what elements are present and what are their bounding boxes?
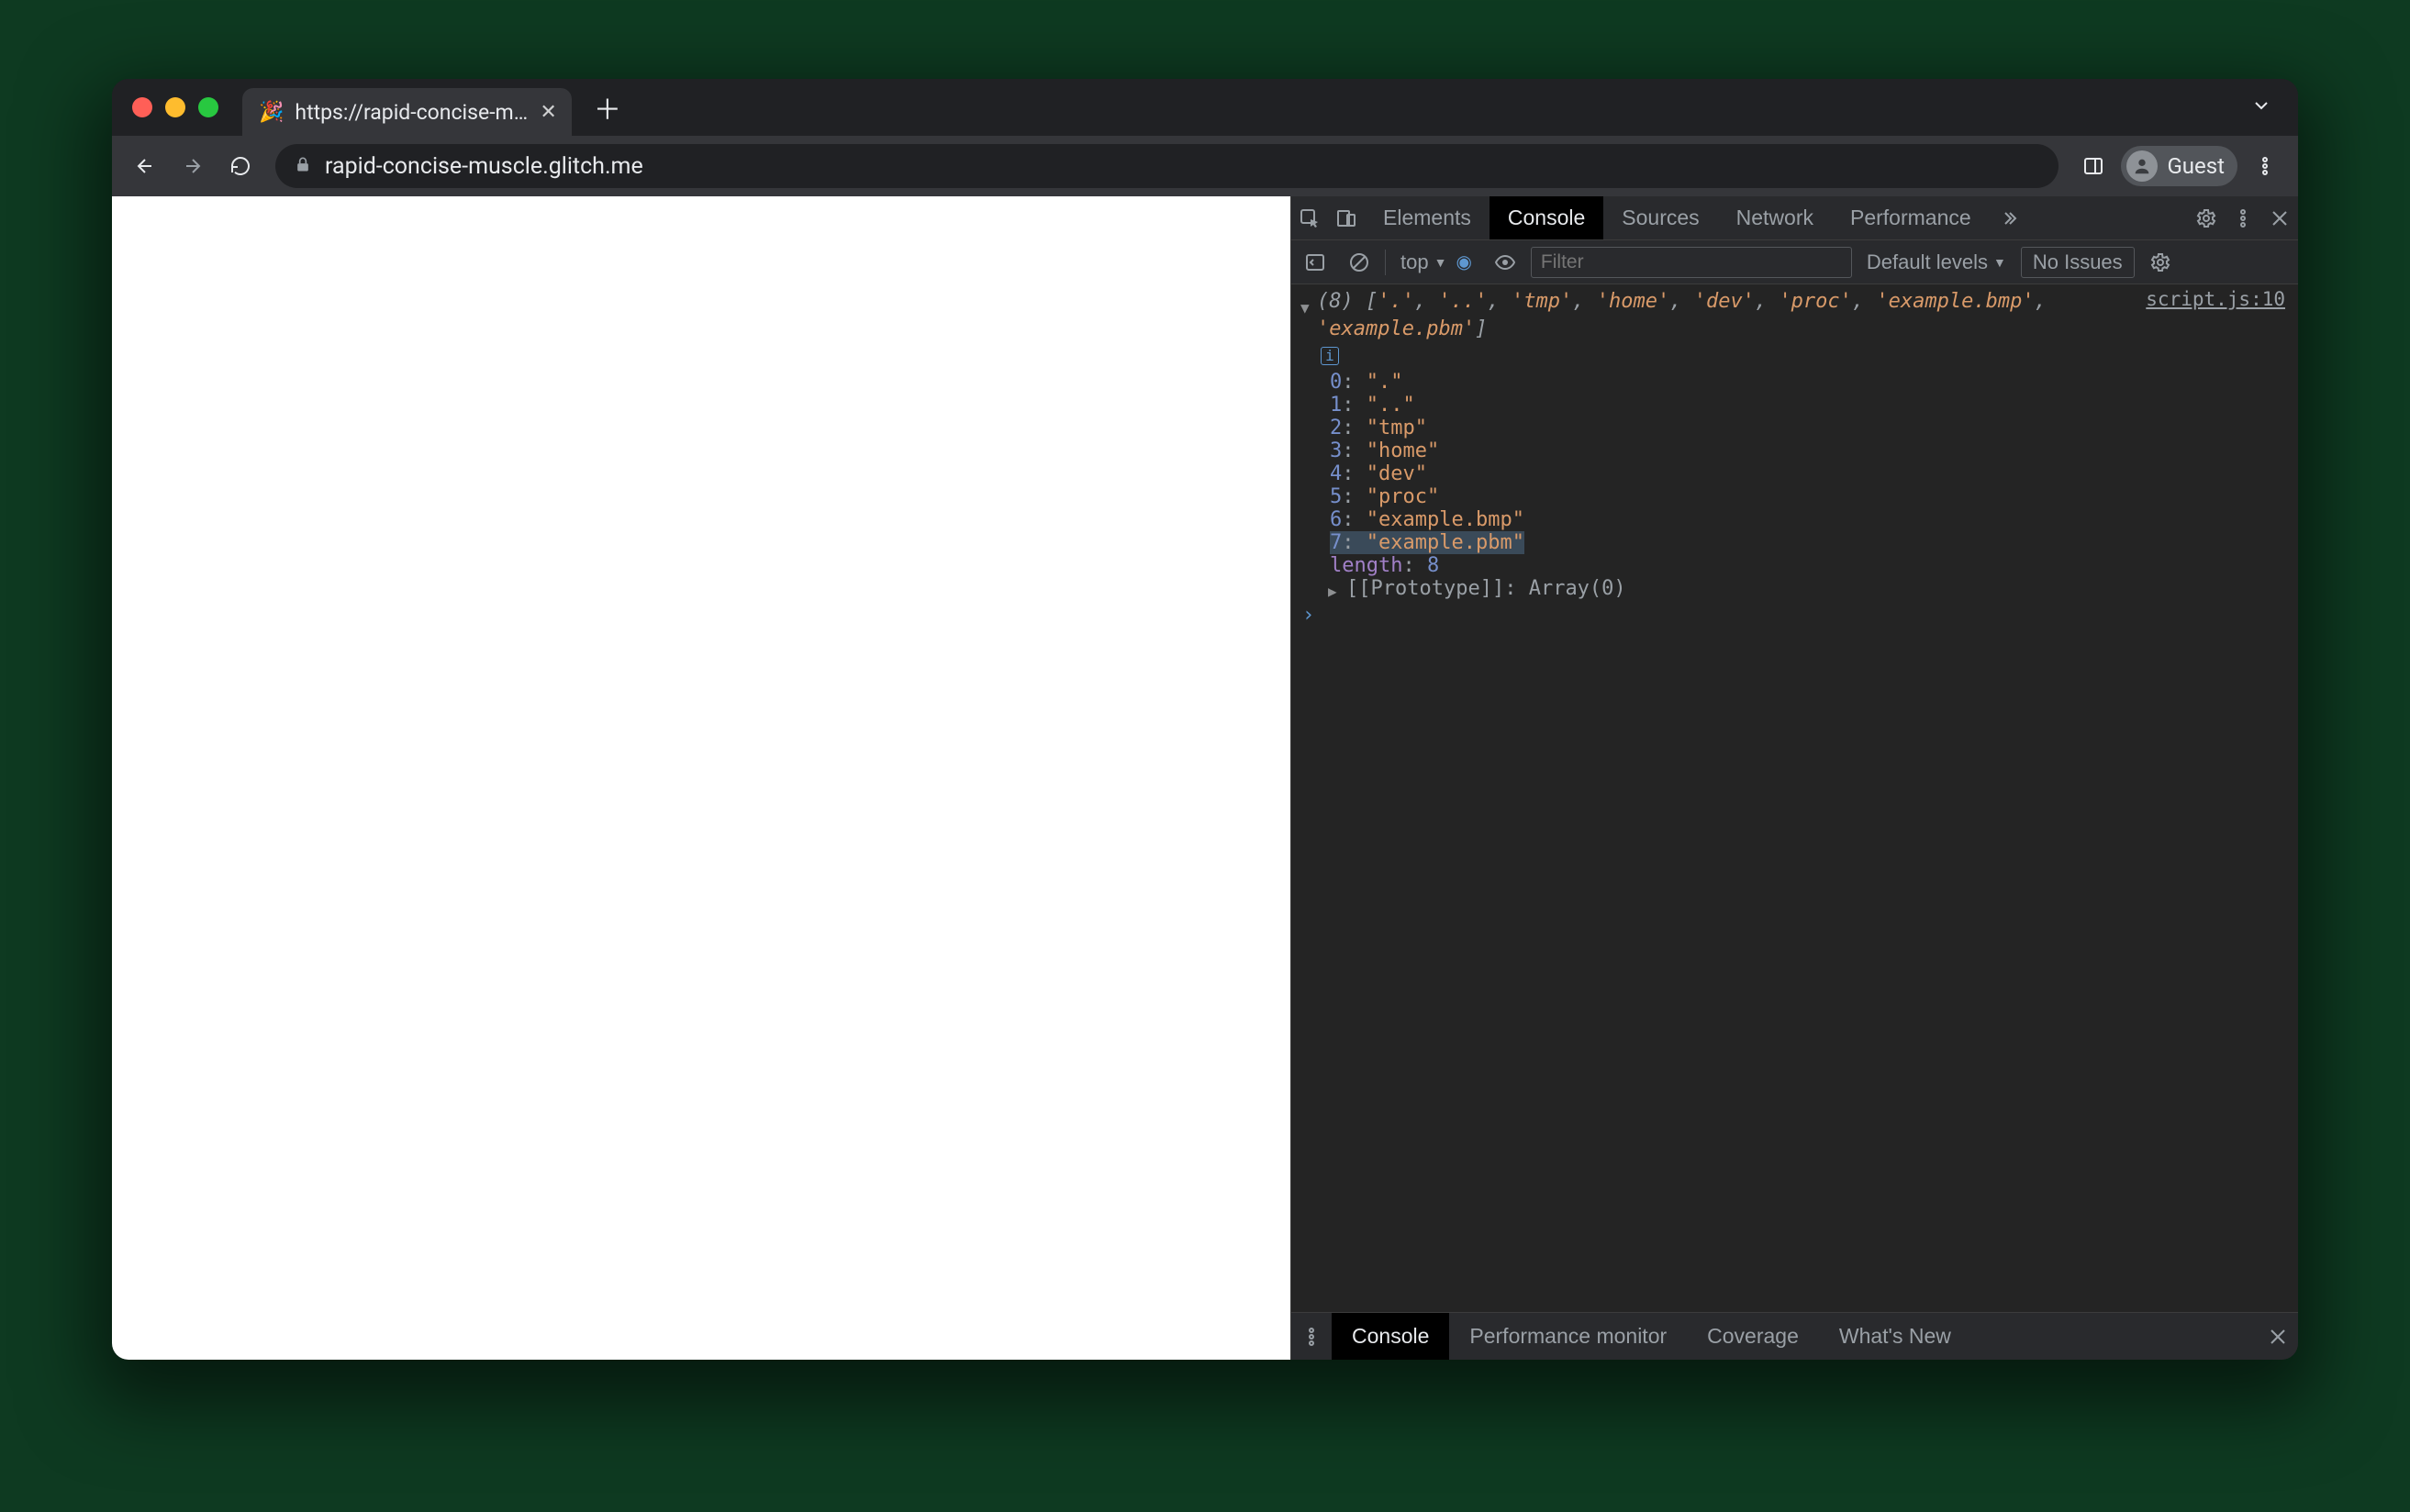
drawer-close-icon[interactable] bbox=[2258, 1326, 2298, 1348]
lock-icon bbox=[294, 155, 312, 178]
drawer-tab-coverage[interactable]: Coverage bbox=[1687, 1313, 1819, 1360]
tab-title: https://rapid-concise-muscle.g… bbox=[295, 100, 529, 125]
array-item[interactable]: 3: "home" bbox=[1330, 439, 2298, 462]
log-summary[interactable]: (8) ['.', '..', 'tmp', 'home', 'dev', 'p… bbox=[1291, 288, 2298, 371]
browser-window: 🎉 https://rapid-concise-muscle.g… ✕ ＋ ra… bbox=[112, 79, 2298, 1360]
filter-input[interactable] bbox=[1531, 247, 1852, 278]
levels-label: Default levels bbox=[1867, 250, 1988, 274]
console-sidebar-toggle-icon[interactable] bbox=[1297, 240, 1333, 284]
tab-sources[interactable]: Sources bbox=[1603, 196, 1717, 239]
tab-strip: 🎉 https://rapid-concise-muscle.g… ✕ ＋ bbox=[112, 79, 2298, 136]
prototype-row[interactable]: [[[Prototype]][Prototype]]: Array(0) bbox=[1330, 577, 2298, 600]
drawer-menu-icon[interactable] bbox=[1291, 1315, 1332, 1359]
length-key: length bbox=[1330, 554, 1402, 577]
array-item[interactable]: 5: "proc" bbox=[1330, 485, 2298, 508]
context-selector[interactable]: top ▼ ◉ bbox=[1393, 250, 1479, 274]
window-close-button[interactable] bbox=[132, 97, 152, 117]
expand-toggle-icon[interactable] bbox=[1300, 295, 1310, 322]
tab-close-icon[interactable]: ✕ bbox=[540, 101, 556, 124]
page-viewport[interactable] bbox=[112, 196, 1290, 1360]
tab-network[interactable]: Network bbox=[1718, 196, 1832, 239]
tab-performance[interactable]: Performance bbox=[1832, 196, 1990, 239]
length-row: length: 8 bbox=[1330, 554, 2298, 577]
array-item[interactable]: 1: ".." bbox=[1330, 394, 2298, 417]
devtools-panel: Elements Console Sources Network Perform… bbox=[1290, 196, 2298, 1360]
info-badge-icon[interactable]: i bbox=[1321, 347, 1339, 365]
log-levels-selector[interactable]: Default levels ▼ bbox=[1859, 250, 2014, 274]
url-text: rapid-concise-muscle.glitch.me bbox=[325, 153, 643, 180]
browser-tab[interactable]: 🎉 https://rapid-concise-muscle.g… ✕ bbox=[242, 88, 572, 136]
drawer-tab-whats-new[interactable]: What's New bbox=[1819, 1313, 1971, 1360]
array-item[interactable]: 2: "tmp" bbox=[1330, 417, 2298, 439]
array-item[interactable]: 7: "example.pbm" bbox=[1330, 531, 2298, 554]
console-prompt[interactable]: › bbox=[1291, 600, 2298, 630]
devtools-drawer: Console Performance monitor Coverage Wha… bbox=[1291, 1312, 2298, 1360]
new-tab-button[interactable]: ＋ bbox=[592, 92, 623, 123]
address-bar: rapid-concise-muscle.glitch.me Guest bbox=[112, 136, 2298, 196]
inspect-element-icon[interactable] bbox=[1291, 196, 1328, 240]
clear-console-icon[interactable] bbox=[1341, 240, 1378, 284]
console-toolbar: top ▼ ◉ Default levels ▼ No Issues bbox=[1291, 240, 2298, 284]
prototype-value: Array(0) bbox=[1529, 577, 1626, 600]
side-panel-button[interactable] bbox=[2073, 146, 2114, 186]
live-expression-icon[interactable] bbox=[1487, 240, 1523, 284]
issues-label: No Issues bbox=[2033, 250, 2123, 274]
array-item[interactable]: 6: "example.bmp" bbox=[1330, 508, 2298, 531]
tab-console[interactable]: Console bbox=[1490, 196, 1603, 239]
reload-button[interactable] bbox=[220, 146, 261, 186]
more-tabs-icon[interactable] bbox=[1990, 196, 2026, 240]
devtools-menu-icon[interactable] bbox=[2225, 196, 2261, 240]
back-button[interactable] bbox=[125, 146, 165, 186]
profile-label: Guest bbox=[2167, 153, 2225, 179]
issues-button[interactable]: No Issues bbox=[2021, 247, 2135, 278]
length-value: 8 bbox=[1427, 554, 1439, 577]
traffic-lights bbox=[132, 97, 218, 117]
array-item[interactable]: 0: "." bbox=[1330, 371, 2298, 394]
chevron-down-icon: ▼ bbox=[1993, 255, 2006, 270]
array-size: (8) bbox=[1317, 290, 1354, 313]
browser-menu-button[interactable] bbox=[2245, 146, 2285, 186]
console-output[interactable]: script.js:10 (8) ['.', '..', 'tmp', 'hom… bbox=[1291, 284, 2298, 1312]
tab-elements[interactable]: Elements bbox=[1365, 196, 1490, 239]
device-toolbar-icon[interactable] bbox=[1328, 196, 1365, 240]
avatar-icon bbox=[2126, 150, 2158, 182]
drawer-tab-console[interactable]: Console bbox=[1332, 1313, 1449, 1360]
devtools-close-icon[interactable] bbox=[2261, 196, 2298, 240]
omnibox[interactable]: rapid-concise-muscle.glitch.me bbox=[275, 144, 2059, 188]
live-expression-indicator-icon: ◉ bbox=[1456, 250, 1471, 273]
favicon-icon: 🎉 bbox=[259, 101, 284, 124]
devtools-tabbar: Elements Console Sources Network Perform… bbox=[1291, 196, 2298, 240]
console-settings-icon[interactable] bbox=[2142, 240, 2179, 284]
settings-icon[interactable] bbox=[2188, 196, 2225, 240]
chevron-down-icon: ▼ bbox=[1434, 255, 1447, 270]
expand-toggle-icon[interactable] bbox=[1328, 583, 1337, 600]
window-maximize-button[interactable] bbox=[198, 97, 218, 117]
content-area: Elements Console Sources Network Perform… bbox=[112, 196, 2298, 1360]
profile-button[interactable]: Guest bbox=[2121, 146, 2237, 186]
drawer-tab-performance-monitor[interactable]: Performance monitor bbox=[1449, 1313, 1687, 1360]
window-minimize-button[interactable] bbox=[165, 97, 185, 117]
forward-button[interactable] bbox=[173, 146, 213, 186]
tabstrip-menu-button[interactable] bbox=[2239, 89, 2283, 126]
context-label: top bbox=[1400, 250, 1429, 274]
expanded-array: 0: "."1: ".."2: "tmp"3: "home"4: "dev"5:… bbox=[1330, 371, 2298, 554]
array-item[interactable]: 4: "dev" bbox=[1330, 462, 2298, 485]
array-preview: ['.', '..', 'tmp', 'home', 'dev', 'proc'… bbox=[1317, 290, 2047, 340]
